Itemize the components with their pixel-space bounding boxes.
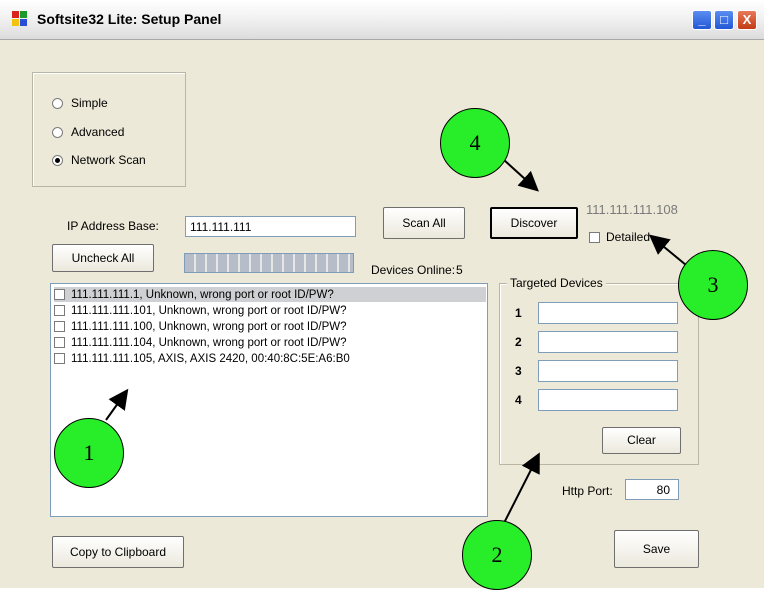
radio-advanced[interactable] xyxy=(52,126,63,138)
list-item-checkbox[interactable] xyxy=(54,305,65,316)
callout-arrow-3 xyxy=(648,234,687,266)
device-list[interactable]: 111.111.111.1, Unknown, wrong port or ro… xyxy=(50,283,488,517)
list-item-checkbox[interactable] xyxy=(54,337,65,348)
discovered-ip: 111.111.111.108 xyxy=(586,202,678,217)
callout-3: 3 xyxy=(678,250,748,320)
detailed-checkbox-row[interactable]: Detailed xyxy=(589,229,650,245)
list-item-checkbox[interactable] xyxy=(54,321,65,332)
detailed-checkbox[interactable] xyxy=(589,231,600,243)
title-bar[interactable]: Softsite32 Lite: Setup Panel _ □ X xyxy=(0,0,764,40)
list-item[interactable]: 111.111.111.100, Unknown, wrong port or … xyxy=(54,319,486,334)
scan-all-button[interactable]: Scan All xyxy=(383,207,465,239)
ip-base-input[interactable] xyxy=(185,216,356,237)
minimize-button[interactable]: _ xyxy=(692,10,712,30)
list-item-checkbox[interactable] xyxy=(54,353,65,364)
close-button[interactable]: X xyxy=(737,10,757,30)
target-label-4: 4 xyxy=(515,393,522,407)
uncheck-all-label: Uncheck All xyxy=(71,251,135,265)
window-title: Softsite32 Lite: Setup Panel xyxy=(37,11,222,27)
target-label-1: 1 xyxy=(515,306,522,320)
callout-1: 1 xyxy=(54,418,124,488)
maximize-button[interactable]: □ xyxy=(714,10,734,30)
target-label-3: 3 xyxy=(515,364,522,378)
mode-label-simple: Simple xyxy=(71,96,108,110)
list-item-text: 111.111.111.1, Unknown, wrong port or ro… xyxy=(71,288,334,301)
target-label-2: 2 xyxy=(515,335,522,349)
mode-label-network-scan: Network Scan xyxy=(71,153,146,167)
list-item[interactable]: 111.111.111.1, Unknown, wrong port or ro… xyxy=(54,287,486,302)
list-item[interactable]: 111.111.111.105, AXIS, AXIS 2420, 00:40:… xyxy=(54,351,486,366)
list-item-checkbox[interactable] xyxy=(54,289,65,300)
mode-option-network-scan[interactable]: Network Scan xyxy=(52,152,146,168)
copy-to-clipboard-button[interactable]: Copy to Clipboard xyxy=(52,536,184,568)
clear-button[interactable]: Clear xyxy=(602,427,681,454)
save-button[interactable]: Save xyxy=(614,530,699,568)
http-port-input[interactable] xyxy=(625,479,679,500)
scan-all-label: Scan All xyxy=(402,216,446,230)
list-item[interactable]: 111.111.111.104, Unknown, wrong port or … xyxy=(54,335,486,350)
callout-arrow-4 xyxy=(503,159,539,192)
list-item-text: 111.111.111.105, AXIS, AXIS 2420, 00:40:… xyxy=(71,352,350,365)
list-item[interactable]: 111.111.111.101, Unknown, wrong port or … xyxy=(54,303,486,318)
radio-network-scan[interactable] xyxy=(52,154,63,166)
save-label: Save xyxy=(642,542,671,556)
target-field-1[interactable] xyxy=(538,302,678,324)
scan-progress-bar xyxy=(184,253,354,273)
callout-2: 2 xyxy=(462,520,532,590)
radio-simple[interactable] xyxy=(52,97,63,109)
callout-arrow-2 xyxy=(502,452,540,526)
callout-4: 4 xyxy=(440,108,510,178)
mode-option-advanced[interactable]: Advanced xyxy=(52,124,124,140)
discover-button[interactable]: Discover xyxy=(490,207,578,239)
devices-online-count: 5 xyxy=(456,263,463,277)
uncheck-all-button[interactable]: Uncheck All xyxy=(52,244,154,272)
minimize-icon: _ xyxy=(698,12,706,27)
copy-to-clipboard-label: Copy to Clipboard xyxy=(69,545,167,559)
mode-label-advanced: Advanced xyxy=(71,125,125,139)
target-field-3[interactable] xyxy=(538,360,678,382)
mode-option-simple[interactable]: Simple xyxy=(52,95,108,111)
http-port-label: Http Port: xyxy=(562,484,613,498)
ip-base-label: IP Address Base: xyxy=(67,219,159,233)
target-field-4[interactable] xyxy=(538,389,678,411)
detailed-label: Detailed xyxy=(606,230,651,244)
devices-online-label: Devices Online: xyxy=(371,263,456,277)
clear-label: Clear xyxy=(627,433,656,447)
app-icon xyxy=(12,11,27,26)
maximize-icon: □ xyxy=(720,12,728,27)
setup-window: Softsite32 Lite: Setup Panel _ □ X Simpl… xyxy=(0,0,764,590)
list-item-text: 111.111.111.101, Unknown, wrong port or … xyxy=(71,304,347,317)
list-item-text: 111.111.111.100, Unknown, wrong port or … xyxy=(71,320,347,333)
target-field-2[interactable] xyxy=(538,331,678,353)
targeted-devices-title: Targeted Devices xyxy=(507,276,606,290)
list-item-text: 111.111.111.104, Unknown, wrong port or … xyxy=(71,336,347,349)
discover-label: Discover xyxy=(510,216,558,230)
close-icon: X xyxy=(742,12,752,27)
